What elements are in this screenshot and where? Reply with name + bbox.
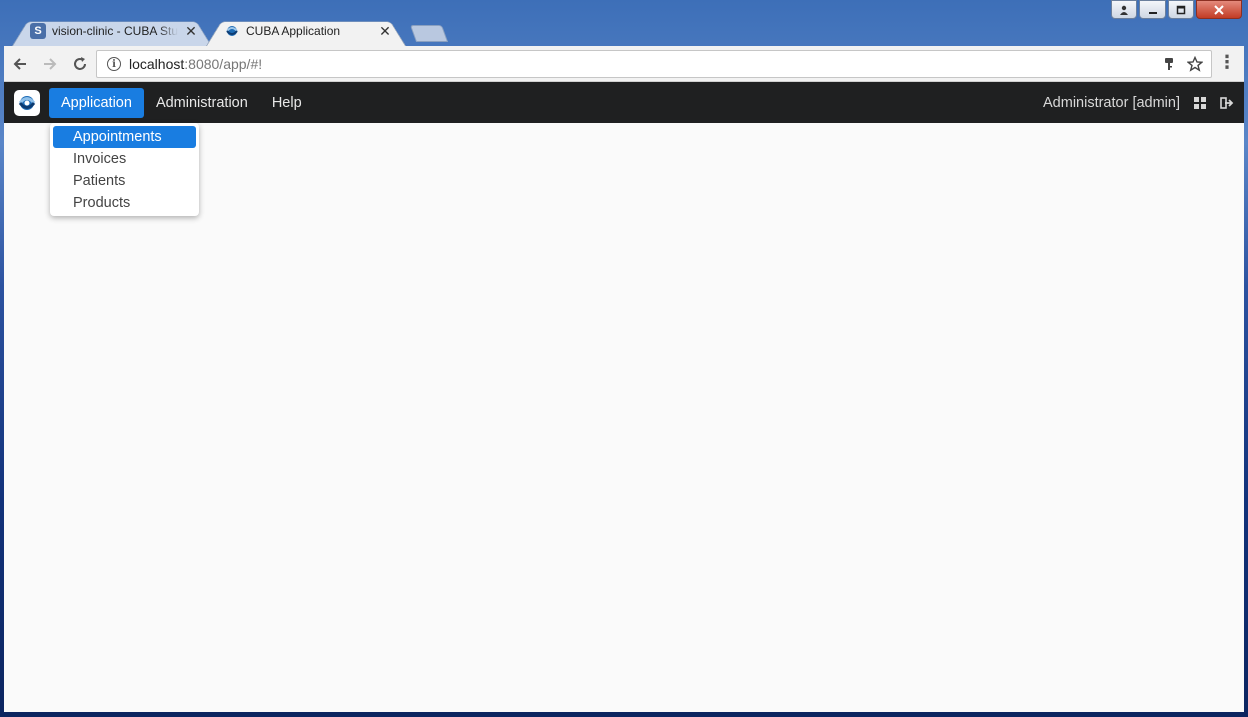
main-menu: Application Administration Help xyxy=(49,87,314,118)
arrow-right-icon xyxy=(44,57,57,70)
minimize-icon xyxy=(1148,11,1157,14)
browser-menu-icon[interactable]: ⋮ xyxy=(1218,52,1236,73)
url-host: localhost xyxy=(129,56,185,72)
restore-icon xyxy=(1176,5,1186,14)
logout-icon[interactable] xyxy=(1220,96,1234,109)
tab-strip: S vision-clinic - CUBA Studio ✕ CUBA App… xyxy=(8,16,708,46)
browser-window: S vision-clinic - CUBA Studio ✕ CUBA App… xyxy=(0,0,1248,717)
reload-button[interactable] xyxy=(66,50,94,78)
user-area: Administrator [admin] xyxy=(1043,95,1234,111)
window-controls xyxy=(1111,0,1242,19)
key-icon[interactable] xyxy=(1163,57,1175,71)
arrow-left-icon xyxy=(13,57,26,70)
star-icon[interactable] xyxy=(1187,56,1203,72)
grid-icon[interactable] xyxy=(1194,96,1206,109)
new-tab-button[interactable] xyxy=(409,25,449,42)
window-user-button[interactable] xyxy=(1111,0,1137,19)
browser-toolbar: i localhost:8080/app/#! ⋮ xyxy=(4,46,1244,82)
window-close-button[interactable] xyxy=(1196,0,1242,19)
menu-item-products[interactable]: Products xyxy=(53,192,196,214)
url-path: :8080/app/#! xyxy=(184,56,263,72)
back-button[interactable] xyxy=(6,50,34,78)
window-minimize-button[interactable] xyxy=(1139,0,1166,19)
menu-help[interactable]: Help xyxy=(260,88,314,118)
menu-item-invoices[interactable]: Invoices xyxy=(53,148,196,170)
window-maximize-button[interactable] xyxy=(1168,0,1194,19)
menu-administration[interactable]: Administration xyxy=(144,88,260,118)
tab-title: CUBA Application xyxy=(246,24,341,38)
tab-vision-clinic[interactable]: S vision-clinic - CUBA Studio ✕ xyxy=(12,16,212,46)
studio-favicon-icon: S xyxy=(30,23,46,39)
tab-title: vision-clinic - CUBA Studio xyxy=(52,24,178,38)
app-menubar: Application Administration Help Administ… xyxy=(4,82,1244,123)
address-bar[interactable]: i localhost:8080/app/#! xyxy=(96,50,1212,78)
tab-close-icon[interactable]: ✕ xyxy=(184,23,198,40)
forward-button[interactable] xyxy=(36,50,64,78)
tab-close-icon[interactable]: ✕ xyxy=(378,23,392,40)
menu-application[interactable]: Application xyxy=(49,87,144,118)
tab-cuba-application[interactable]: CUBA Application ✕ xyxy=(206,16,406,46)
reload-icon xyxy=(74,56,86,70)
close-icon xyxy=(1214,4,1224,15)
menu-item-patients[interactable]: Patients xyxy=(53,170,196,192)
cuba-logo-icon[interactable] xyxy=(14,89,40,116)
application-dropdown-menu: Appointments Invoices Patients Products xyxy=(50,123,199,216)
user-label[interactable]: Administrator [admin] xyxy=(1043,95,1180,111)
cuba-favicon-icon xyxy=(226,26,238,36)
user-icon xyxy=(1120,5,1128,15)
menu-item-appointments[interactable]: Appointments xyxy=(53,126,196,148)
info-icon[interactable]: i xyxy=(107,57,121,71)
